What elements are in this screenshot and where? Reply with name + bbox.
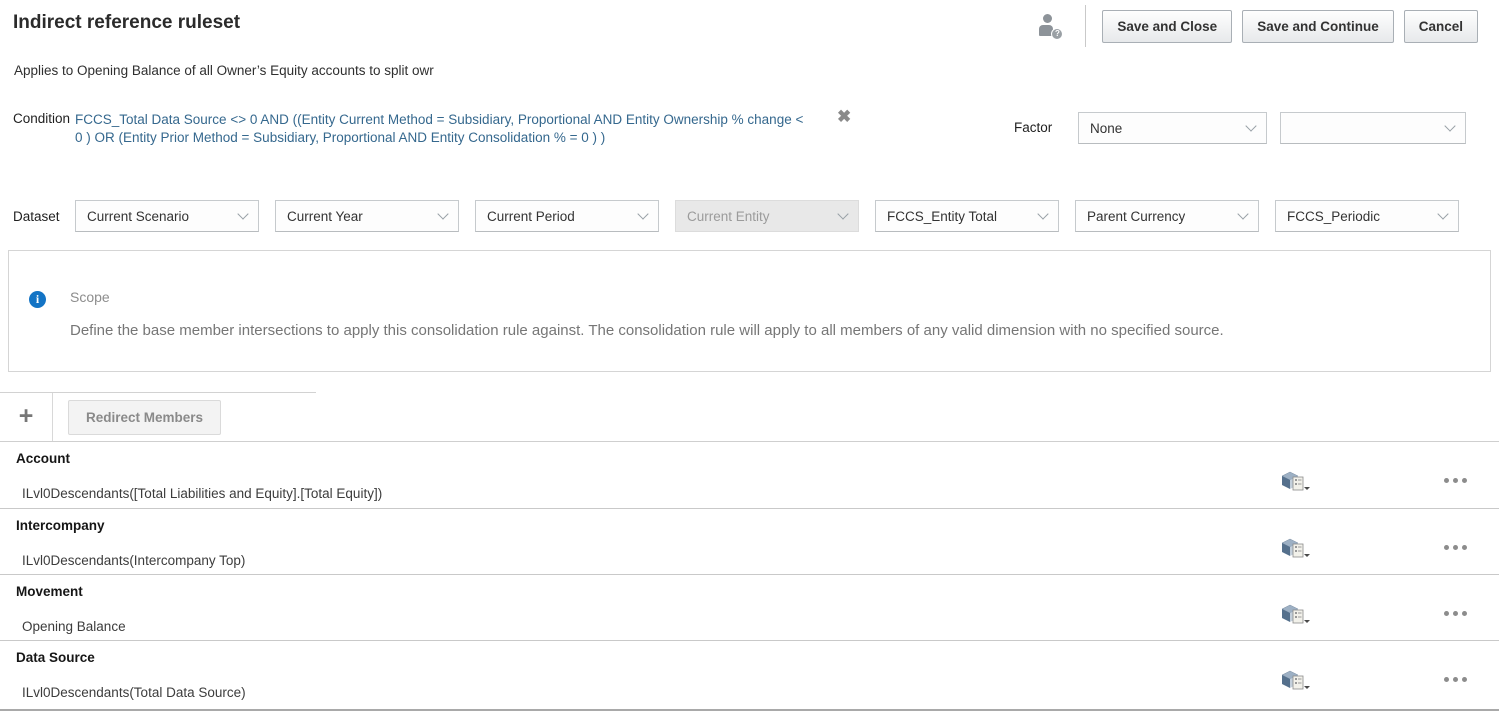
save-and-close-button[interactable]: Save and Close: [1102, 10, 1232, 43]
tab-strip: + Redirect Members: [0, 392, 316, 441]
redirect-members-button[interactable]: Redirect Members: [68, 400, 221, 435]
dimension-member: Opening Balance: [22, 619, 126, 634]
factor-select[interactable]: None: [1078, 112, 1267, 144]
dot: [1453, 611, 1458, 616]
save-and-continue-button[interactable]: Save and Continue: [1242, 10, 1394, 43]
scope-title: Scope: [70, 289, 110, 305]
question-badge-icon: ?: [1051, 28, 1063, 40]
chevron-down-icon: [1437, 208, 1448, 219]
dot: [1462, 545, 1467, 550]
dot: [1444, 611, 1449, 616]
consolidation-select[interactable]: FCCS_Entity Total: [875, 200, 1059, 232]
dot: [1462, 611, 1467, 616]
consolidation-select-value: FCCS_Entity Total: [887, 209, 997, 224]
condition-expression[interactable]: FCCS_Total Data Source <> 0 AND ((Entity…: [75, 111, 837, 146]
table-row-account: Account ILvl0Descendants([Total Liabilit…: [0, 442, 1499, 509]
member-selector-icon[interactable]: [1281, 669, 1311, 691]
scope-info-panel: i Scope Define the base member intersect…: [8, 250, 1491, 372]
year-select[interactable]: Current Year: [275, 200, 459, 232]
chevron-down-icon: [837, 208, 848, 219]
chevron-down-icon: [1237, 208, 1248, 219]
chevron-down-icon: [637, 208, 648, 219]
period-select[interactable]: Current Period: [475, 200, 659, 232]
dot: [1453, 545, 1458, 550]
chevron-down-icon: [437, 208, 448, 219]
member-selector-icon[interactable]: [1281, 470, 1311, 492]
dimension-member: ILvl0Descendants([Total Liabilities and …: [22, 486, 382, 501]
currency-select-value: Parent Currency: [1087, 209, 1185, 224]
factor-secondary-select[interactable]: [1280, 112, 1466, 144]
row-actions-ellipsis[interactable]: [1444, 545, 1467, 550]
entity-select-disabled: Current Entity: [675, 200, 859, 232]
scope-description: Define the base member intersections to …: [70, 322, 1224, 339]
dataset-label: Dataset: [13, 209, 60, 224]
period-select-value: Current Period: [487, 209, 575, 224]
view-select[interactable]: FCCS_Periodic: [1275, 200, 1459, 232]
condition-label: Condition: [13, 111, 70, 126]
remove-condition-icon[interactable]: ✖: [837, 107, 851, 127]
table-row-movement: Movement Opening Balance: [0, 575, 1499, 641]
factor-label: Factor: [1014, 120, 1052, 135]
header-divider: [1085, 5, 1086, 47]
dataset-selects: Current Scenario Current Year Current Pe…: [75, 200, 1459, 232]
scenario-select-value: Current Scenario: [87, 209, 189, 224]
table-row-intercompany: Intercompany ILvl0Descendants(Intercompa…: [0, 509, 1499, 575]
factor-select-value: None: [1090, 121, 1122, 136]
page-title: Indirect reference ruleset: [13, 12, 240, 34]
dot: [1444, 478, 1449, 483]
currency-select[interactable]: Parent Currency: [1075, 200, 1259, 232]
dot: [1453, 677, 1458, 682]
info-icon: i: [29, 291, 46, 308]
dimension-name: Account: [16, 451, 70, 466]
row-actions-ellipsis[interactable]: [1444, 677, 1467, 682]
row-actions-ellipsis[interactable]: [1444, 611, 1467, 616]
dimension-member: ILvl0Descendants(Total Data Source): [22, 685, 246, 700]
table-row-data-source: Data Source ILvl0Descendants(Total Data …: [0, 641, 1499, 711]
dot: [1444, 545, 1449, 550]
chevron-down-icon: [1444, 120, 1455, 131]
applies-to-text: Applies to Opening Balance of all Owner’…: [14, 63, 434, 78]
dot: [1453, 478, 1458, 483]
user-head-shape: [1043, 14, 1052, 23]
view-select-value: FCCS_Periodic: [1287, 209, 1380, 224]
chevron-down-icon: [1245, 120, 1256, 131]
dot: [1462, 478, 1467, 483]
dimension-member: ILvl0Descendants(Intercompany Top): [22, 553, 245, 568]
header-actions: ? Save and Close Save and Continue Cance…: [1037, 6, 1478, 46]
chevron-down-icon: [237, 208, 248, 219]
user-permission-icon[interactable]: ?: [1037, 13, 1063, 40]
dimension-name: Movement: [16, 584, 83, 599]
year-select-value: Current Year: [287, 209, 363, 224]
condition-line-2: 0 ) OR (Entity Prior Method = Subsidiary…: [75, 129, 837, 147]
add-row-button[interactable]: +: [0, 393, 52, 441]
entity-select-value: Current Entity: [687, 209, 770, 224]
tabstrip-divider: [52, 393, 53, 441]
member-selector-icon[interactable]: [1281, 603, 1311, 625]
dimension-table: Account ILvl0Descendants([Total Liabilit…: [0, 441, 1499, 711]
dimension-name: Data Source: [16, 650, 95, 665]
chevron-down-icon: [1037, 208, 1048, 219]
cancel-button[interactable]: Cancel: [1404, 10, 1478, 43]
dot: [1462, 677, 1467, 682]
row-actions-ellipsis[interactable]: [1444, 478, 1467, 483]
dimension-name: Intercompany: [16, 518, 105, 533]
condition-line-1: FCCS_Total Data Source <> 0 AND ((Entity…: [75, 111, 837, 129]
member-selector-icon[interactable]: [1281, 537, 1311, 559]
scenario-select[interactable]: Current Scenario: [75, 200, 259, 232]
dot: [1444, 677, 1449, 682]
indirect-reference-ruleset-page: Indirect reference ruleset ? Save and Cl…: [0, 0, 1499, 719]
